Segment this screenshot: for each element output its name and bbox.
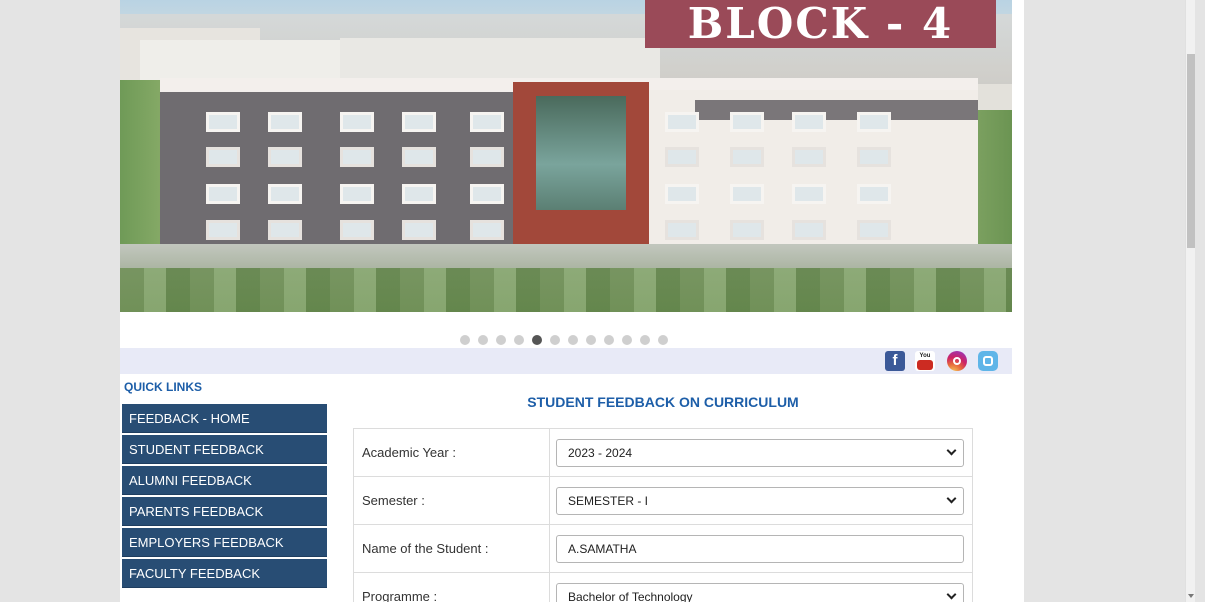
quick-links-title: QUICK LINKS [124, 380, 202, 394]
chevron-down-icon [946, 493, 957, 503]
quick-link-employers-feedback[interactable]: EMPLOYERS FEEDBACK [122, 528, 327, 557]
quick-link-feedback-home[interactable]: FEEDBACK - HOME [122, 404, 327, 433]
slider-dot[interactable] [658, 335, 668, 345]
page: BLOCK - 4 f You QUICK LINKS FEEDBACK - H… [8, 0, 1195, 602]
slider-dot[interactable] [460, 335, 470, 345]
hero-banner-image: BLOCK - 4 [120, 0, 1012, 312]
content-column: BLOCK - 4 f You QUICK LINKS FEEDBACK - H… [120, 0, 1024, 602]
chevron-down-icon [946, 589, 957, 599]
facebook-icon[interactable]: f [885, 351, 905, 371]
form-row-student-name: Name of the Student : A.SAMATHA [353, 524, 973, 573]
scrollbar-thumb[interactable] [1187, 54, 1195, 248]
chevron-down-icon [946, 445, 957, 455]
twitter-icon[interactable] [978, 351, 998, 371]
slider-dot[interactable] [532, 335, 542, 345]
page-scrollbar[interactable] [1185, 0, 1195, 602]
slider-dot[interactable] [550, 335, 560, 345]
quick-link-student-feedback[interactable]: STUDENT FEEDBACK [122, 435, 327, 464]
quick-links-nav: FEEDBACK - HOME STUDENT FEEDBACK ALUMNI … [122, 404, 327, 590]
slider-dot[interactable] [640, 335, 650, 345]
scroll-down-arrow-icon[interactable] [1188, 594, 1194, 598]
form-title: STUDENT FEEDBACK ON CURRICULUM [527, 394, 799, 410]
youtube-icon[interactable]: You [915, 351, 935, 371]
semester-label: Semester : [353, 476, 550, 525]
instagram-icon[interactable] [947, 351, 967, 371]
slider-dot[interactable] [622, 335, 632, 345]
slider-dot[interactable] [586, 335, 596, 345]
slider-dot[interactable] [496, 335, 506, 345]
slider-dot[interactable] [514, 335, 524, 345]
programme-select[interactable]: Bachelor of Technology [556, 582, 964, 602]
banner-label: BLOCK - 4 [645, 0, 996, 48]
quick-link-alumni-feedback[interactable]: ALUMNI FEEDBACK [122, 466, 327, 495]
quick-link-parents-feedback[interactable]: PARENTS FEEDBACK [122, 497, 327, 526]
student-name-input[interactable]: A.SAMATHA [556, 534, 964, 563]
social-bar: f You [120, 348, 1012, 374]
programme-label: Programme : [353, 572, 550, 602]
slider-dot[interactable] [568, 335, 578, 345]
feedback-form: Academic Year : 2023 - 2024 Semester : S… [353, 428, 973, 602]
slider-dot[interactable] [478, 335, 488, 345]
student-name-label: Name of the Student : [353, 524, 550, 573]
academic-year-select[interactable]: 2023 - 2024 [556, 438, 964, 467]
quick-link-faculty-feedback[interactable]: FACULTY FEEDBACK [122, 559, 327, 588]
form-row-academic-year: Academic Year : 2023 - 2024 [353, 428, 973, 477]
slider-dots [460, 334, 668, 346]
form-row-programme: Programme : Bachelor of Technology [353, 572, 973, 602]
semester-select[interactable]: SEMESTER - I [556, 486, 964, 515]
form-row-semester: Semester : SEMESTER - I [353, 476, 973, 525]
slider-dot[interactable] [604, 335, 614, 345]
academic-year-label: Academic Year : [353, 428, 550, 477]
